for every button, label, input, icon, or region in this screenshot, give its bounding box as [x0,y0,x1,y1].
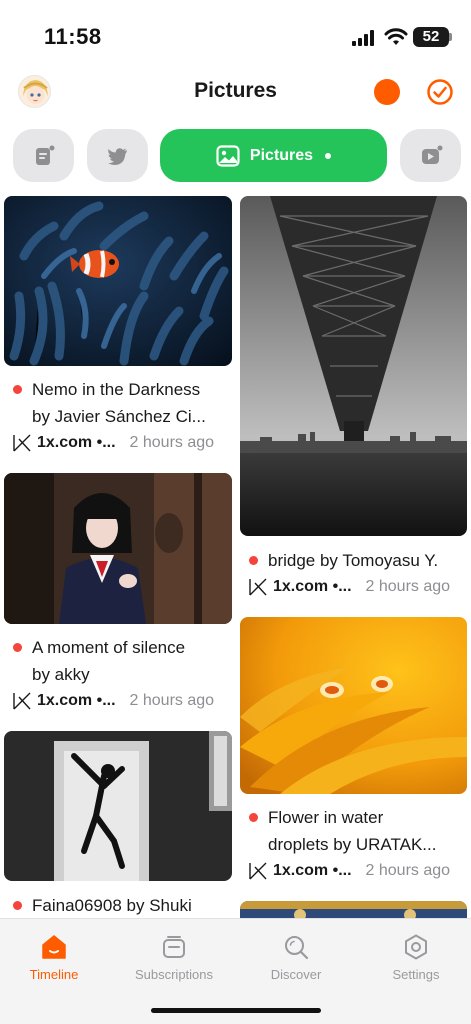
card-image-flower[interactable] [240,617,467,794]
unread-dot [13,643,22,652]
card-title[interactable]: A moment of silence by akky [32,634,185,688]
card-source: 1x.com •... [273,578,352,595]
card-title[interactable]: bridge by Tomoyasu Y. [268,547,438,574]
card-title[interactable]: Flower in water droplets by URATAK... [268,804,436,858]
tab-label: Settings [392,967,440,982]
signal-icon [352,30,374,46]
source-logo-icon [249,862,267,880]
source-logo-icon [249,578,267,596]
card-title[interactable]: Faina06908 by Shuki [32,892,192,919]
tab-timeline[interactable]: Timeline [0,933,113,982]
wifi-icon [384,28,408,45]
card-source: 1x.com •... [37,692,116,709]
tab-videos[interactable] [400,129,461,182]
battery-icon: 52 [413,27,449,47]
card-title-line: A moment of silence [32,638,186,657]
card-title-line: droplets by URATAK... [268,835,437,854]
tab-discover[interactable]: Discover [237,933,355,982]
tab-pictures-label: Pictures [249,146,314,164]
gear-icon [405,934,427,960]
card-source: 1x.com •... [37,434,116,451]
unread-dot [13,385,22,394]
image-icon [216,144,240,167]
tab-subscriptions[interactable]: Subscriptions [115,933,233,982]
card-title-line: by Javier Sánchez Ci... [32,407,206,426]
home-indicator[interactable] [151,1008,321,1013]
card-source: 1x.com •... [273,862,352,879]
status-time: 11:58 [44,24,102,49]
card-time: 2 hours ago [129,692,215,709]
tab-social[interactable] [87,129,148,182]
tab-settings[interactable]: Settings [357,933,471,982]
inbox-icon [163,936,185,958]
card-image-moment[interactable] [4,473,232,624]
article-icon [35,145,54,165]
unread-dot [249,556,258,565]
unread-dot [13,901,22,910]
tab-unread-dot [325,152,332,159]
unread-dot [249,813,258,822]
home-icon [42,935,66,959]
card-title-line: by akky [32,665,90,684]
video-icon [421,145,442,164]
card-time: 2 hours ago [365,862,451,879]
card-time: 2 hours ago [365,578,451,595]
card-meta: 1x.com •... 2 hours ago [13,692,214,710]
card-title[interactable]: Nemo in the Darkness by Javier Sánchez C… [32,376,206,430]
tab-label: Subscriptions [134,967,214,982]
battery-cap [449,33,452,41]
card-meta: 1x.com •... 2 hours ago [13,434,214,452]
tab-articles[interactable] [13,129,74,182]
card-time: 2 hours ago [129,434,215,451]
card-title-line: Faina06908 by Shuki [32,896,192,915]
card-title-line: bridge by Tomoyasu Y. [268,551,439,570]
search-icon [285,936,309,960]
tab-label: Discover [270,967,322,982]
card-image-faina[interactable] [4,731,232,881]
card-title-line: Flower in water [268,808,384,827]
card-meta: 1x.com •... 2 hours ago [249,578,450,596]
card-title-line: Nemo in the Darkness [32,380,201,399]
status-bar: 11:58 52 [0,0,471,70]
card-image-nemo[interactable] [4,196,232,366]
tab-label: Timeline [29,967,79,982]
mark-all-read-icon[interactable] [426,78,454,106]
source-logo-icon [13,692,31,710]
tab-pictures[interactable]: Pictures [160,129,387,182]
page-title: Pictures [194,79,277,102]
source-logo-icon [13,434,31,452]
card-meta: 1x.com •... 2 hours ago [249,862,450,880]
bird-icon [107,147,127,165]
unread-indicator[interactable] [374,79,400,105]
card-image-bridge[interactable] [240,196,467,536]
